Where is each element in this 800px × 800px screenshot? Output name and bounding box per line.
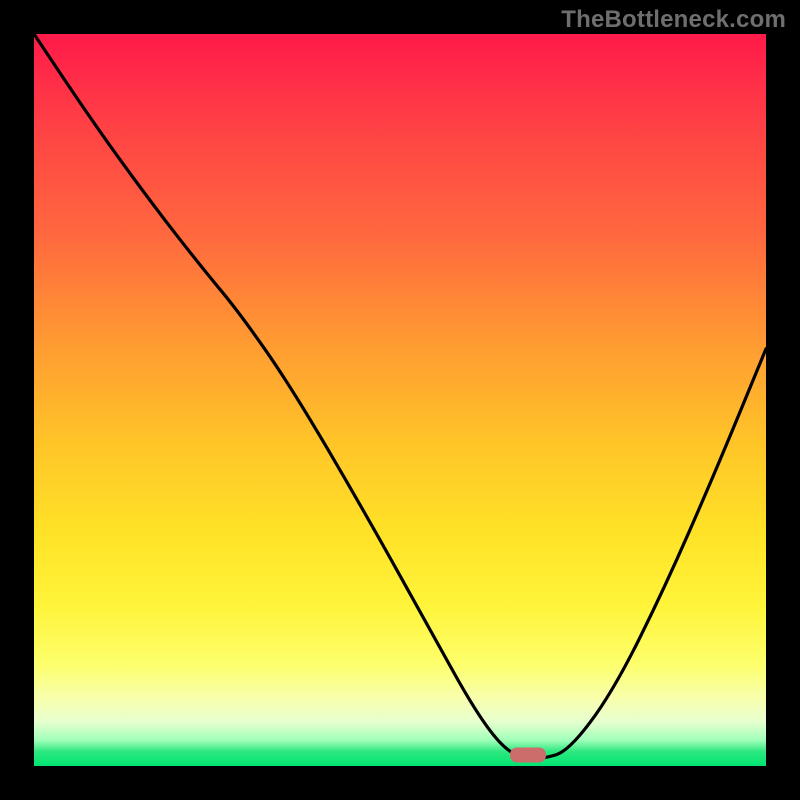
- optimal-marker: [510, 748, 546, 763]
- bottleneck-curve: [34, 34, 766, 766]
- plot-area: [34, 34, 766, 766]
- chart-frame: TheBottleneck.com: [0, 0, 800, 800]
- watermark-text: TheBottleneck.com: [561, 6, 786, 34]
- curve-path: [34, 34, 766, 759]
